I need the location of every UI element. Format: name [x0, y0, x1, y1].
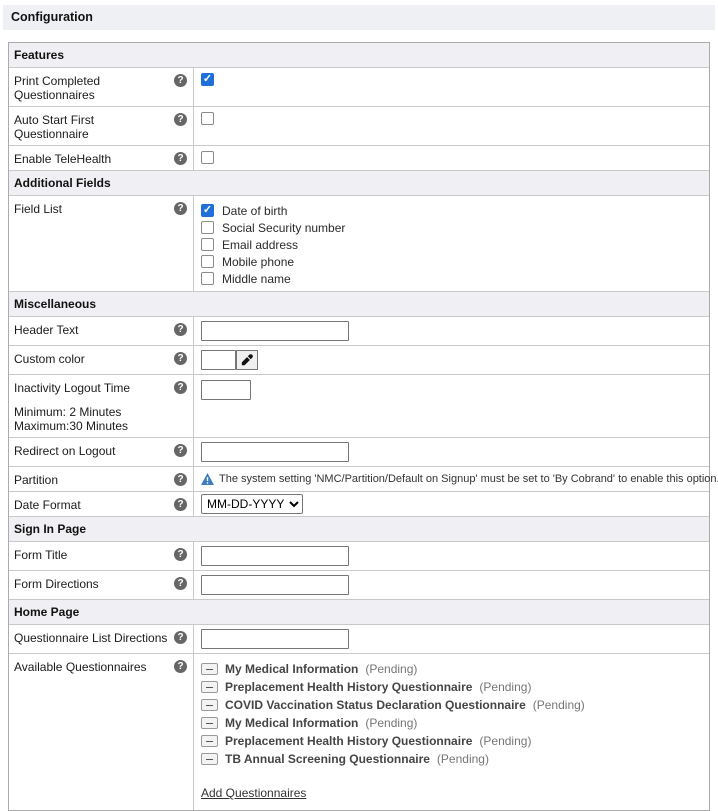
redirect-on-logout-input[interactable] — [201, 442, 349, 462]
field-label: Header Text — [14, 323, 82, 337]
help-icon[interactable]: ? — [174, 152, 187, 165]
questionnaire-list-directions-input[interactable] — [201, 629, 349, 649]
print-completed-questionnaires-checkbox[interactable] — [201, 73, 214, 86]
row-print-completed-questionnaires: Print Completed Questionnaires ? — [9, 68, 709, 107]
field-option-email: Email address — [201, 236, 298, 253]
section-header-features: Features — [9, 43, 709, 68]
partition-warning-text: The system setting 'NMC/Partition/Defaul… — [219, 473, 718, 485]
field-label: Enable TeleHealth — [14, 152, 115, 166]
warning-icon — [201, 473, 214, 485]
row-available-questionnaires: Available Questionnaires ? My Medical In… — [9, 654, 709, 810]
questionnaire-item: My Medical Information (Pending) — [201, 662, 417, 676]
drag-handle-icon[interactable] — [201, 699, 218, 711]
email-checkbox[interactable] — [201, 238, 214, 251]
field-label: Redirect on Logout — [14, 444, 119, 458]
page-title-text: Configuration — [11, 10, 93, 24]
field-label: Print Completed Questionnaires — [14, 74, 174, 102]
row-enable-telehealth: Enable TeleHealth ? — [9, 146, 709, 171]
field-label: Auto Start First Questionnaire — [14, 113, 174, 141]
row-auto-start-first-questionnaire: Auto Start First Questionnaire ? — [9, 107, 709, 146]
custom-color-input[interactable] — [201, 350, 236, 370]
help-icon[interactable]: ? — [174, 498, 187, 511]
section-header-sign-in-page: Sign In Page — [9, 517, 709, 542]
inactivity-limits-note: Minimum: 2 Minutes Maximum:30 Minutes — [14, 405, 187, 433]
field-option-middle-name: Middle name — [201, 270, 291, 287]
partition-warning: The system setting 'NMC/Partition/Defaul… — [201, 473, 718, 485]
field-label: Form Title — [14, 548, 71, 562]
help-icon[interactable]: ? — [174, 323, 187, 336]
field-option-date-of-birth: Date of birth — [201, 202, 287, 219]
header-text-input[interactable] — [201, 321, 349, 341]
section-header-home-page: Home Page — [9, 600, 709, 625]
ssn-checkbox[interactable] — [201, 221, 214, 234]
help-icon[interactable]: ? — [174, 548, 187, 561]
help-icon[interactable]: ? — [174, 660, 187, 673]
help-icon[interactable]: ? — [174, 74, 187, 87]
row-form-directions: Form Directions ? — [9, 571, 709, 600]
field-label: Date Format — [14, 498, 85, 512]
help-icon[interactable]: ? — [174, 444, 187, 457]
drag-handle-icon[interactable] — [201, 753, 218, 765]
mobile-phone-checkbox[interactable] — [201, 255, 214, 268]
help-icon[interactable]: ? — [174, 352, 187, 365]
status-badge: (Pending) — [479, 680, 531, 694]
row-custom-color: Custom color ? — [9, 346, 709, 375]
status-badge: (Pending) — [365, 662, 417, 676]
drag-handle-icon[interactable] — [201, 681, 218, 693]
field-label: Custom color — [14, 352, 89, 366]
help-icon[interactable]: ? — [174, 381, 187, 394]
questionnaire-item: TB Annual Screening Questionnaire (Pendi… — [201, 752, 489, 766]
row-date-format: Date Format ? MM-DD-YYYY — [9, 492, 709, 517]
help-icon[interactable]: ? — [174, 473, 187, 486]
questionnaire-item: My Medical Information (Pending) — [201, 716, 417, 730]
help-icon[interactable]: ? — [174, 631, 187, 644]
status-badge: (Pending) — [533, 698, 585, 712]
field-label: Inactivity Logout Time — [14, 381, 134, 395]
inactivity-logout-time-input[interactable] — [201, 380, 251, 400]
auto-start-first-questionnaire-checkbox[interactable] — [201, 112, 214, 125]
row-form-title: Form Title ? — [9, 542, 709, 571]
field-label: Form Directions — [14, 577, 103, 591]
add-questionnaires-link[interactable]: Add Questionnaires — [201, 786, 306, 800]
date-of-birth-checkbox[interactable] — [201, 204, 214, 217]
middle-name-checkbox[interactable] — [201, 272, 214, 285]
inactivity-maximum: Maximum:30 Minutes — [14, 419, 187, 433]
inactivity-minimum: Minimum: 2 Minutes — [14, 405, 187, 419]
help-icon[interactable]: ? — [174, 202, 187, 215]
form-directions-input[interactable] — [201, 575, 349, 595]
status-badge: (Pending) — [365, 716, 417, 730]
field-label: Field List — [14, 202, 66, 216]
form-title-input[interactable] — [201, 546, 349, 566]
field-option-ssn: Social Security number — [201, 219, 345, 236]
row-inactivity-logout-time: Inactivity Logout Time ? Minimum: 2 Minu… — [9, 375, 709, 438]
questionnaire-item: Preplacement Health History Questionnair… — [201, 734, 531, 748]
row-questionnaire-list-directions: Questionnaire List Directions ? — [9, 625, 709, 654]
questionnaire-item: Preplacement Health History Questionnair… — [201, 680, 531, 694]
row-redirect-on-logout: Redirect on Logout ? — [9, 438, 709, 467]
page-title: Configuration — [3, 5, 715, 30]
field-label: Questionnaire List Directions — [14, 631, 171, 645]
field-label: Partition — [14, 473, 62, 487]
status-badge: (Pending) — [479, 734, 531, 748]
eyedropper-icon — [241, 354, 253, 366]
field-label: Available Questionnaires — [14, 660, 151, 674]
drag-handle-icon[interactable] — [201, 717, 218, 729]
questionnaire-item: COVID Vaccination Status Declaration Que… — [201, 698, 585, 712]
help-icon[interactable]: ? — [174, 577, 187, 590]
drag-handle-icon[interactable] — [201, 735, 218, 747]
enable-telehealth-checkbox[interactable] — [201, 151, 214, 164]
section-header-additional-fields: Additional Fields — [9, 171, 709, 196]
row-partition: Partition ? The system setting 'NMC/Part… — [9, 467, 709, 492]
section-header-miscellaneous: Miscellaneous — [9, 292, 709, 317]
help-icon[interactable]: ? — [174, 113, 187, 126]
row-field-list: Field List ? Date of birth Social Securi… — [9, 196, 709, 292]
field-option-mobile-phone: Mobile phone — [201, 253, 294, 270]
color-picker-button[interactable] — [236, 350, 258, 370]
date-format-select[interactable]: MM-DD-YYYY — [201, 494, 303, 514]
row-header-text: Header Text ? — [9, 317, 709, 346]
status-badge: (Pending) — [437, 752, 489, 766]
drag-handle-icon[interactable] — [201, 663, 218, 675]
